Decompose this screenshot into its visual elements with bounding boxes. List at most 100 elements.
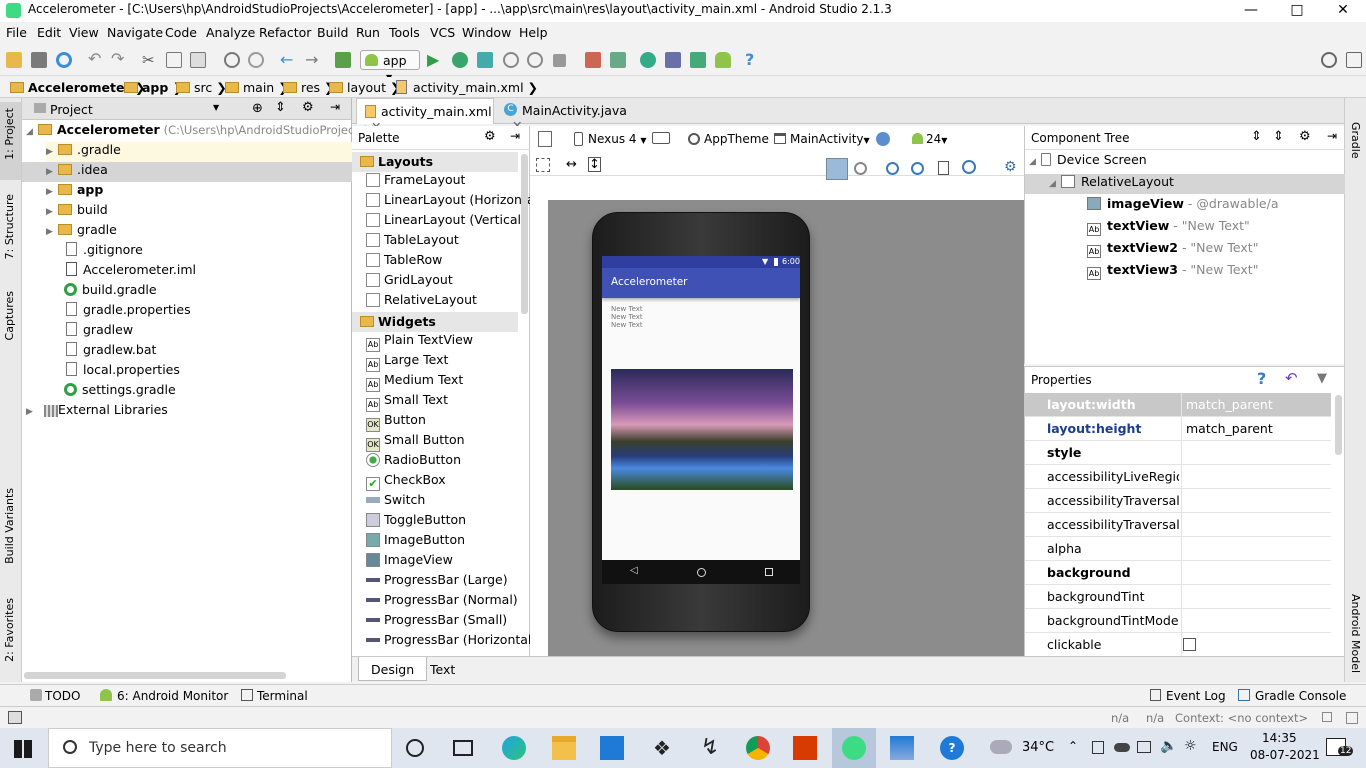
palette-item[interactable]: ProgressBar (Normal) [352,592,518,612]
crumb-layout[interactable]: layout ❯ [329,80,400,95]
help-tips-icon[interactable]: ? [940,736,964,760]
tree-text-view-2[interactable]: Ab textView2 - "New Text" [1087,240,1258,260]
tree-item[interactable]: Accelerometer.iml [66,262,196,282]
tree-root[interactable]: ◢ Accelerometer (C:\Users\hp\AndroidStudi… [22,122,377,142]
back-icon[interactable]: ← [280,52,296,68]
api-select[interactable]: 24▼ [926,132,947,146]
prop-row[interactable]: alpha [1025,537,1331,561]
office-icon[interactable] [793,736,817,760]
prop-row[interactable]: backgroundTint [1025,585,1331,609]
prop-row[interactable]: background [1025,561,1331,585]
tree-item[interactable]: ▶ app [46,182,352,202]
tab-captures[interactable]: Captures [3,291,16,340]
palette-category-layouts[interactable]: Layouts [352,152,518,172]
palette-item[interactable]: RelativeLayout [352,292,518,312]
redo-icon[interactable]: ↷ [111,51,127,68]
forward-icon[interactable]: → [305,52,321,68]
phone-screen[interactable]: ▼ 6:00 Accelerometer New Text New Text N… [602,256,800,584]
palette-item[interactable]: FrameLayout [352,172,518,192]
reset-icon[interactable]: ↶ [1285,369,1298,387]
task-view-icon[interactable] [453,740,473,756]
sync-icon[interactable] [56,52,72,68]
text-view-2[interactable]: New Text [611,313,643,321]
chevron-down-icon[interactable]: ▼ [213,103,219,112]
paste-icon[interactable] [190,52,206,68]
palette-item[interactable]: TableRow [352,252,518,272]
tree-item[interactable]: gradlew [66,322,133,342]
run-icon[interactable]: ▶ [427,52,443,68]
tree-item[interactable]: ▶ .gradle [46,142,352,162]
palette-item[interactable]: TableLayout [352,232,518,252]
tree-item[interactable]: ▶ gradle [46,222,117,242]
palette-item[interactable]: ✔ CheckBox [352,472,518,492]
prop-row[interactable]: layout:height match_parent [1025,417,1331,441]
network-icon[interactable] [1137,741,1151,753]
memory-indicator-icon[interactable] [1346,712,1358,724]
palette-item[interactable]: OK Small Button [352,432,518,452]
text-view-3[interactable]: New Text [611,321,643,329]
tab-project[interactable]: 1: Project [3,108,16,160]
collapse-all-icon[interactable]: ⇕ [1273,129,1284,144]
tree-external-libraries[interactable]: ▶ External Libraries [26,402,168,422]
palette-item[interactable]: OK Button [352,412,518,432]
text-view[interactable]: New Text [611,305,643,313]
zoom-actual-icon[interactable] [826,158,848,180]
home-nav-icon[interactable] [697,568,706,577]
sync-gradle-icon[interactable] [640,52,656,68]
temperature[interactable]: 34°C [1022,740,1054,755]
crumb-file[interactable]: activity_main.xml ❯ [396,80,538,95]
tool-windows-toggle-icon[interactable] [8,711,22,724]
palette-item[interactable]: Ab Plain TextView [352,332,518,352]
tree-text-view[interactable]: Ab textView - "New Text" [1087,218,1250,238]
palette-item[interactable]: Ab Small Text [352,392,518,412]
palette-item[interactable]: RadioButton [352,452,518,472]
device-select[interactable]: Nexus 4 ▼ [588,132,647,146]
zoom-fit-icon[interactable] [854,162,867,175]
menu-refactor[interactable]: Refactor [259,25,311,40]
layout-icon[interactable] [1346,52,1362,68]
preview-icon[interactable] [938,161,949,175]
zoom-in-icon[interactable] [886,162,899,175]
dropbox-icon[interactable]: ❖ [650,736,674,760]
sdk-manager-icon[interactable] [610,52,626,68]
chrome-icon[interactable] [746,736,770,760]
tab-android-model[interactable]: Android Model [1349,594,1362,673]
apply-changes-icon[interactable] [503,52,519,68]
palette-item[interactable]: Switch [352,492,518,512]
menu-tools[interactable]: Tools [389,25,420,40]
tab-build-variants[interactable]: Build Variants [3,488,16,564]
theme-select[interactable]: AppTheme [704,132,769,146]
help-icon[interactable]: ? [745,52,761,68]
volume-icon[interactable]: 🔈 [1160,738,1177,754]
find-icon[interactable] [224,52,240,68]
palette-item[interactable]: LinearLayout (Horizontal) [352,192,543,212]
match-height-icon[interactable]: ↕ [588,157,601,172]
search-box[interactable]: Type here to search [48,728,392,768]
project-view-select[interactable]: Project [50,102,93,117]
tree-item[interactable]: settings.gradle [64,382,176,402]
tab-main-activity[interactable]: C MainActivity.java ✕ [498,98,636,133]
tab-structure[interactable]: 7: Structure [3,194,16,259]
tree-item-selected[interactable]: ▶ .idea [22,162,352,182]
maximize-button[interactable]: □ [1274,0,1320,22]
save-icon[interactable] [31,52,47,68]
horizontal-scrollbar[interactable] [24,672,286,679]
attach-debugger-icon[interactable] [477,52,493,68]
zoom-out-icon[interactable] [911,162,924,175]
tab-event-log[interactable]: Event Log [1166,689,1226,703]
prop-row[interactable]: layout:width match_parent [1025,393,1331,417]
search-everywhere-icon[interactable] [1321,52,1337,68]
gear-icon[interactable]: ⚙ [1004,159,1017,175]
weather-icon[interactable] [990,740,1012,754]
palette-item[interactable]: Ab Medium Text [352,372,518,392]
debug-icon[interactable] [452,52,468,68]
menu-code[interactable]: Code [165,25,197,40]
mail-icon[interactable] [600,736,624,760]
tree-relative-layout[interactable]: ◢ RelativeLayout [1025,174,1345,194]
app-icon[interactable]: ↯ [698,736,722,760]
menu-navigate[interactable]: Navigate [107,25,163,40]
filter-icon[interactable]: ▼ [1317,371,1327,386]
crumb-src[interactable]: src ❯ [176,80,227,95]
tab-gradle[interactable]: Gradle [1349,122,1362,159]
clock-date[interactable]: 08-07-2021 [1250,748,1320,762]
